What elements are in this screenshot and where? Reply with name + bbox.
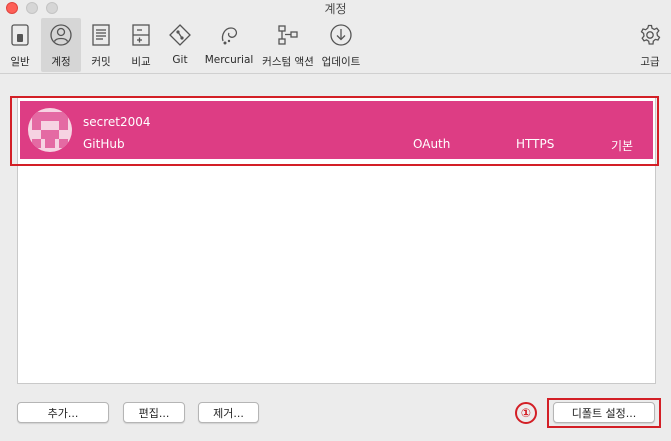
mercurial-icon bbox=[216, 22, 242, 48]
tab-advanced[interactable]: 고급 bbox=[636, 18, 664, 72]
tab-accounts-label: 계정 bbox=[51, 56, 71, 68]
window-title: 계정 bbox=[324, 1, 347, 16]
tab-accounts[interactable]: 계정 bbox=[41, 18, 81, 72]
gear-icon bbox=[637, 22, 663, 48]
remove-account-button[interactable]: 제거... bbox=[198, 402, 259, 423]
account-protocol: HTTPS bbox=[516, 137, 555, 151]
account-host: GitHub bbox=[83, 137, 125, 151]
tab-mercurial[interactable]: Mercurial bbox=[202, 18, 256, 72]
account-icon bbox=[48, 22, 74, 48]
title-bar: 계정 bbox=[0, 0, 671, 16]
tab-git[interactable]: Git bbox=[163, 18, 197, 72]
tab-diff-label: 비교 bbox=[131, 56, 151, 68]
tab-general[interactable]: 일반 bbox=[2, 18, 38, 72]
switch-icon bbox=[7, 22, 33, 48]
tab-commit-label: 커밋 bbox=[91, 56, 111, 68]
tab-general-label: 일반 bbox=[10, 56, 30, 68]
tab-custom-actions[interactable]: 커스텀 액션 bbox=[260, 18, 316, 72]
minimize-window-button[interactable] bbox=[26, 2, 38, 14]
commit-document-icon bbox=[88, 22, 114, 48]
tab-updates[interactable]: 업데이트 bbox=[319, 18, 363, 72]
tab-custom-actions-label: 커스텀 액션 bbox=[262, 56, 314, 68]
tab-advanced-label: 고급 bbox=[640, 56, 660, 68]
set-default-button[interactable]: 디폴트 설정... bbox=[553, 402, 655, 423]
account-auth-type: OAuth bbox=[413, 137, 451, 151]
window-controls bbox=[6, 2, 58, 14]
account-row[interactable]: secret2004 GitHub OAuth HTTPS 기본 bbox=[20, 101, 653, 159]
add-account-button[interactable]: 추가... bbox=[17, 402, 109, 423]
zoom-window-button[interactable] bbox=[46, 2, 58, 14]
git-icon bbox=[167, 22, 193, 48]
close-window-button[interactable] bbox=[6, 2, 18, 14]
avatar bbox=[28, 108, 72, 152]
tab-updates-label: 업데이트 bbox=[321, 56, 361, 68]
tab-git-label: Git bbox=[172, 54, 188, 66]
preferences-window: 계정 일반 계정 커밋 비교 Git Mercurial 커스텀 액션 업데이트… bbox=[0, 0, 671, 441]
edit-account-button[interactable]: 편집... bbox=[123, 402, 185, 423]
account-default-label: 기본 bbox=[611, 139, 634, 153]
accounts-list[interactable]: secret2004 GitHub OAuth HTTPS 기본 bbox=[17, 96, 656, 384]
diff-icon bbox=[128, 22, 154, 48]
tab-mercurial-label: Mercurial bbox=[204, 54, 254, 66]
tab-diff[interactable]: 비교 bbox=[124, 18, 158, 72]
custom-action-icon bbox=[275, 22, 301, 48]
step-marker: ① bbox=[515, 402, 537, 424]
account-username: secret2004 bbox=[83, 115, 151, 129]
update-icon bbox=[328, 22, 354, 48]
preferences-toolbar: 일반 계정 커밋 비교 Git Mercurial 커스텀 액션 업데이트 고급 bbox=[0, 16, 671, 74]
tab-commit[interactable]: 커밋 bbox=[84, 18, 118, 72]
